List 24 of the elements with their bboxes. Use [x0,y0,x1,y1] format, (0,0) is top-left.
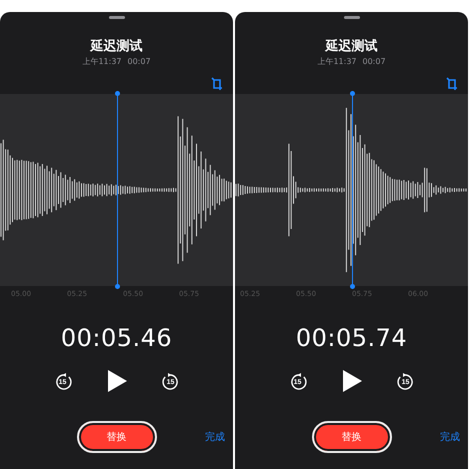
replace-button[interactable]: 替换 [312,421,392,453]
grabber-handle[interactable] [108,16,124,19]
playhead[interactable] [116,91,119,289]
rewind-arrow-icon [54,372,72,390]
recorded-time: 上午11:37 [82,57,122,67]
recorded-time: 上午11:37 [317,57,356,67]
playback-time: 00:05.46 [60,324,172,352]
done-button[interactable]: 完成 [440,430,460,444]
play-icon[interactable] [340,369,362,393]
grabber-handle[interactable] [344,16,360,19]
rewind-arrow-icon [288,372,306,390]
play-icon[interactable] [106,369,128,393]
recording-title: 延迟测试 [90,39,142,55]
done-button[interactable]: 完成 [205,430,225,444]
trim-icon[interactable] [211,77,223,91]
forward-arrow-icon [162,372,180,390]
playback-time: 00:05.74 [296,324,408,352]
recording-duration: 00:07 [362,57,386,67]
replace-button[interactable]: 替换 [76,421,156,453]
trim-icon[interactable] [446,77,458,91]
recording-title: 延迟测试 [326,39,378,55]
playhead[interactable] [351,91,354,289]
forward-arrow-icon [396,372,414,390]
recording-duration: 00:07 [128,57,151,67]
